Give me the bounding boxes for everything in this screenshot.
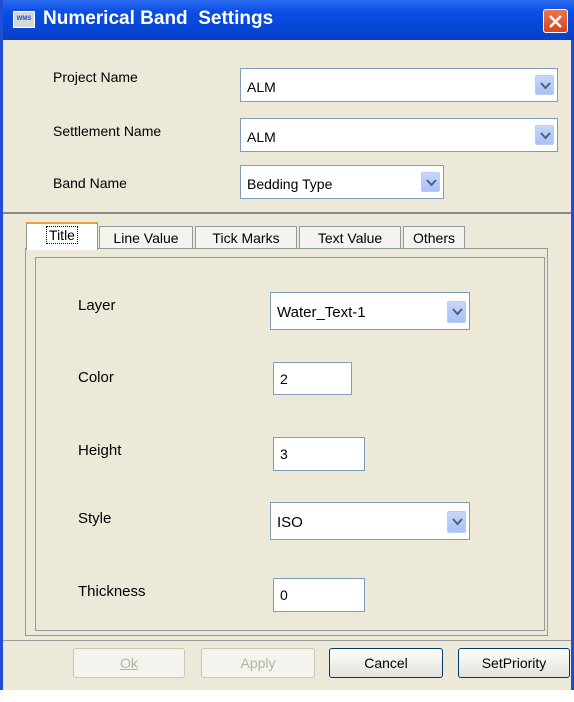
close-icon — [549, 15, 562, 28]
tab-line-value[interactable]: Line Value — [99, 226, 193, 250]
settlement-dropdown-button[interactable] — [535, 125, 554, 145]
color-label: Color — [78, 369, 114, 386]
tab-tick-marks[interactable]: Tick Marks — [195, 226, 297, 250]
color-value: 2 — [280, 371, 288, 387]
band-name-label: Band Name — [53, 175, 127, 191]
settlement-name-combo[interactable]: ALM — [240, 118, 558, 152]
band-name-value: Bedding Type — [247, 176, 333, 192]
cancel-button[interactable]: Cancel — [329, 648, 443, 678]
settlement-name-value: ALM — [247, 129, 276, 145]
style-combo[interactable]: ISO — [270, 502, 470, 540]
ok-button[interactable]: Ok — [73, 648, 185, 678]
layer-value: Water_Text-1 — [277, 304, 366, 321]
layer-label: Layer — [78, 297, 116, 314]
style-label: Style — [78, 510, 112, 527]
band-name-combo[interactable]: Bedding Type — [240, 165, 444, 199]
project-name-label: Project Name — [53, 69, 138, 85]
window-title: Numerical Band Settings — [43, 8, 274, 29]
footer-separator — [3, 640, 571, 641]
height-input[interactable]: 3 — [273, 437, 365, 471]
ok-button-label: Ok — [120, 655, 138, 671]
height-value: 3 — [280, 446, 288, 462]
style-value: ISO — [277, 514, 303, 531]
style-dropdown-button[interactable] — [447, 511, 466, 533]
title-bar[interactable]: WMS Numerical Band Settings — [3, 0, 574, 40]
thickness-value: 0 — [280, 587, 288, 603]
chevron-down-icon — [426, 179, 437, 187]
chevron-down-icon — [452, 308, 463, 316]
apply-button-label: Apply — [240, 655, 276, 671]
header-separator — [3, 212, 571, 214]
close-button[interactable] — [543, 9, 568, 33]
layer-dropdown-button[interactable] — [447, 301, 466, 323]
layer-combo[interactable]: Water_Text-1 — [270, 292, 470, 330]
status-strip — [0, 690, 574, 702]
app-icon: WMS — [13, 11, 35, 28]
project-name-value: ALM — [247, 79, 276, 95]
band-dropdown-button[interactable] — [421, 172, 440, 192]
project-dropdown-button[interactable] — [535, 75, 554, 95]
tab-title[interactable]: Title — [26, 222, 98, 250]
tab-title-label: Title — [46, 226, 78, 244]
tab-others[interactable]: Others — [403, 226, 465, 250]
dialog-window: WMS Numerical Band Settings Project Name… — [0, 0, 574, 690]
color-input[interactable]: 2 — [273, 362, 352, 395]
cancel-button-label: Cancel — [364, 655, 408, 671]
setpriority-button-label: SetPriority — [481, 655, 547, 671]
thickness-label: Thickness — [78, 583, 146, 600]
tab-text-value[interactable]: Text Value — [299, 226, 401, 250]
apply-button[interactable]: Apply — [201, 648, 315, 678]
project-name-combo[interactable]: ALM — [240, 68, 558, 102]
chevron-down-icon — [540, 132, 551, 140]
chevron-down-icon — [452, 518, 463, 526]
settlement-name-label: Settlement Name — [53, 123, 162, 139]
setpriority-button[interactable]: SetPriority — [458, 648, 570, 678]
chevron-down-icon — [540, 82, 551, 90]
height-label: Height — [78, 442, 122, 459]
thickness-input[interactable]: 0 — [273, 578, 365, 612]
